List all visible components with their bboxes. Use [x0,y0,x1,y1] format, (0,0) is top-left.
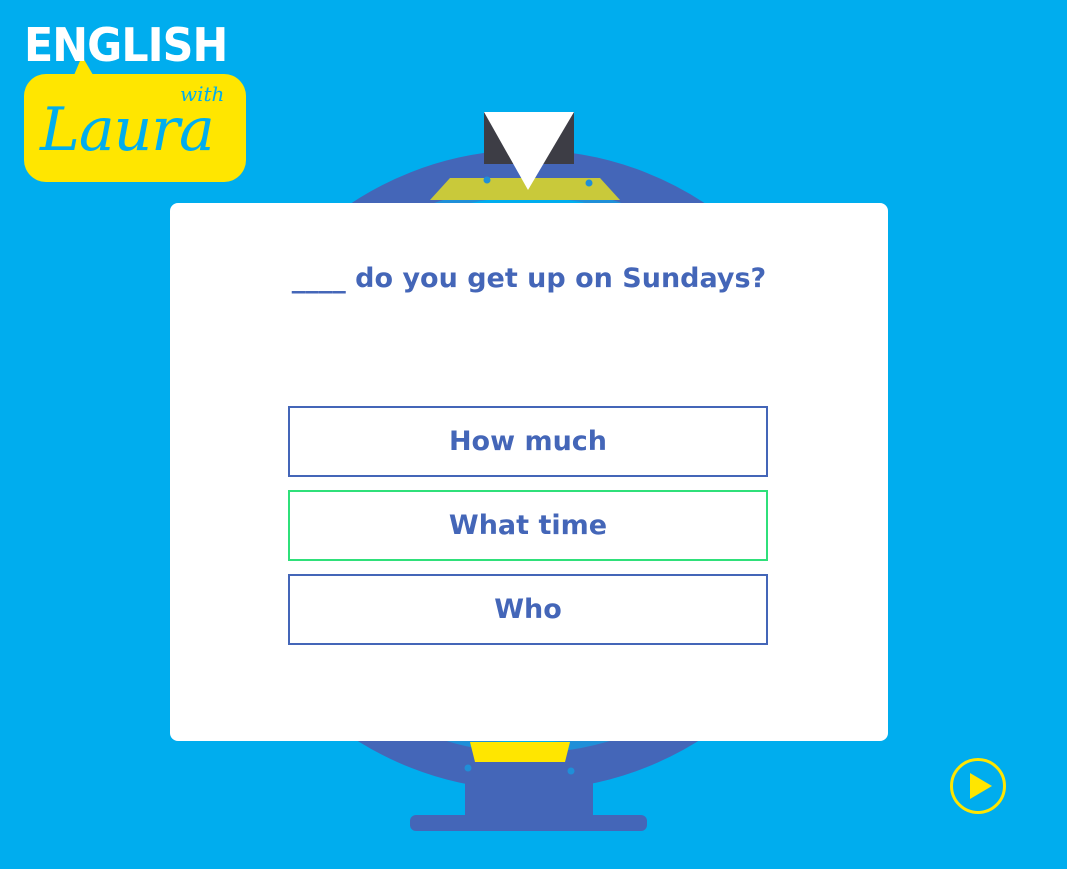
answer-option-what-time[interactable]: What time [288,490,768,561]
answer-list: How much What time Who [288,406,768,658]
logo-word-english: ENGLISH [24,18,228,72]
logo-word-laura: Laura [40,95,215,165]
wheel-dot [567,767,575,775]
wheel-dot [464,764,472,772]
play-button[interactable] [949,757,1007,815]
question-card: ____ do you get up on Sundays? How much … [170,203,888,741]
wheel-pointer-base [484,112,574,164]
wheel-pointer [484,112,574,190]
wheel-segment-bottom [470,742,570,762]
wheel-base [410,815,647,831]
question-text: ____ do you get up on Sundays? [291,263,767,294]
answer-option-who[interactable]: Who [288,574,768,645]
wheel-dot [585,179,593,187]
english-with-laura-logo: ENGLISH with Laura [22,18,250,186]
wheel-dot [483,176,491,184]
play-icon [950,758,1006,814]
wheel-segment-top [430,178,620,200]
answer-option-how-much[interactable]: How much [288,406,768,477]
wheel-stand [465,770,593,820]
